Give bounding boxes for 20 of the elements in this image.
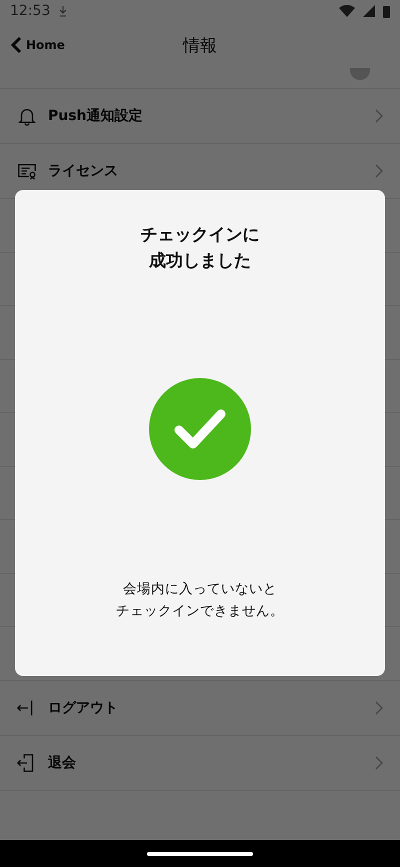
page-title: 情報 [183, 36, 217, 56]
status-time: 12:53 [10, 3, 50, 19]
back-button[interactable]: Home [10, 36, 65, 54]
wifi-icon [339, 5, 355, 17]
dialog-message: 会場内に入っていないと チェックインできません。 [116, 580, 284, 621]
chevron-right-icon [374, 754, 384, 770]
chevron-right-icon [374, 163, 384, 179]
battery-icon [383, 4, 390, 18]
menu-item[interactable]: ログアウト [0, 680, 400, 736]
toggle-knob[interactable] [350, 68, 370, 80]
menu-item[interactable]: Push通知設定 [0, 89, 400, 144]
download-icon [58, 5, 68, 17]
chevron-right-icon [374, 700, 384, 716]
menu-item[interactable]: 退会 [0, 736, 400, 790]
checkmark-icon [149, 378, 251, 480]
chevron-right-icon [374, 108, 384, 124]
back-chevron-icon [10, 36, 22, 54]
dialog-title: チェックインに 成功しました [140, 224, 260, 273]
home-indicator[interactable] [147, 852, 253, 856]
signal-icon [363, 5, 375, 17]
